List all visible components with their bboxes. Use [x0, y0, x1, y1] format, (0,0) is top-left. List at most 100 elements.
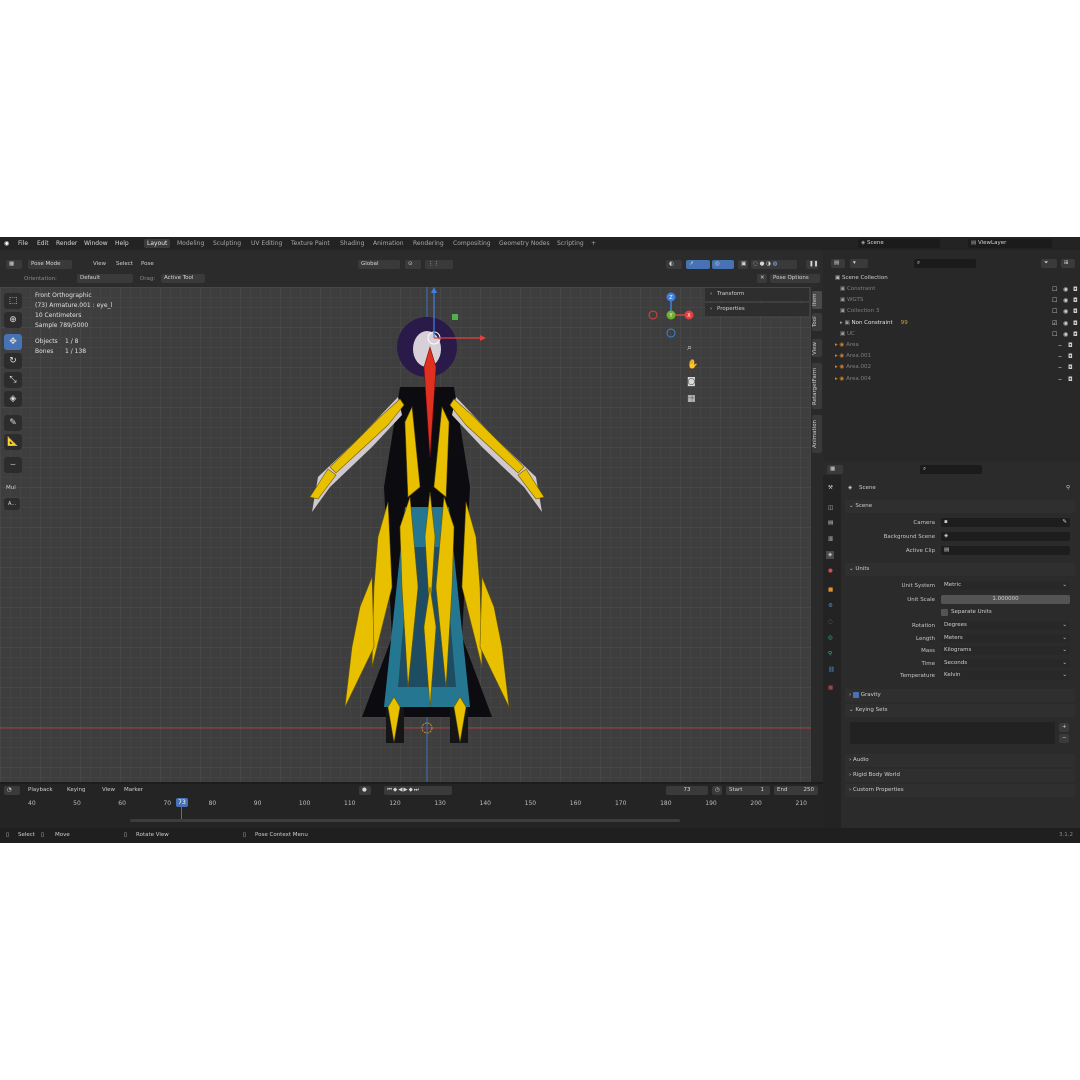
- unit-scale-field[interactable]: 1.000000: [941, 595, 1070, 604]
- view-layer-selector[interactable]: ▤ ViewLayer: [968, 239, 1052, 248]
- active-clip-field[interactable]: ▤: [941, 546, 1070, 555]
- visibility-eye-icon[interactable]: ⌣: [1058, 340, 1062, 351]
- texture-tab-icon[interactable]: ▦: [828, 685, 833, 691]
- menu-window[interactable]: Window: [84, 240, 108, 247]
- object-tab-icon[interactable]: ■: [828, 587, 833, 593]
- audio-section-header[interactable]: › Audio: [845, 754, 1075, 767]
- npanel-properties[interactable]: › Properties: [705, 303, 809, 316]
- timeline-editor-type-icon[interactable]: ◔: [4, 786, 20, 795]
- tab-uv-editing[interactable]: UV Editing: [251, 240, 282, 247]
- render-camera-icon[interactable]: ◘: [1073, 318, 1078, 329]
- tab-rendering[interactable]: Rendering: [413, 240, 444, 247]
- transform-tool-icon[interactable]: ◈: [4, 391, 22, 407]
- clock-icon[interactable]: ◷: [712, 786, 722, 795]
- keying-sets-section-header[interactable]: ⌄ Keying Sets: [845, 704, 1075, 717]
- visibility-eye-icon[interactable]: ◉: [1063, 306, 1068, 317]
- background-scene-field[interactable]: ◈: [941, 532, 1070, 541]
- outliner-item[interactable]: ▸ ▣ Non Constraint 99 ☑ ◉ ◘: [840, 318, 1080, 329]
- pose-options-dropdown[interactable]: Pose Options: [770, 274, 820, 283]
- properties-editor-type-icon[interactable]: ▦: [827, 465, 843, 474]
- outliner-display-mode-icon[interactable]: ▾: [850, 259, 868, 268]
- timeline-menu-view[interactable]: View: [102, 787, 115, 793]
- visibility-eye-icon[interactable]: ◉: [1063, 284, 1068, 295]
- outliner-item[interactable]: ▸ ◉ Area.001 ⌣ ◘: [835, 351, 1075, 362]
- render-camera-icon[interactable]: ◘: [1068, 351, 1073, 362]
- navigation-gizmo[interactable]: Z X Y ⌕ ✋ ◙ ▦: [645, 289, 697, 459]
- outliner-item[interactable]: ▣ Constraint ☐ ◉ ◘: [840, 284, 1080, 295]
- tab-animation-npanel[interactable]: Animation: [812, 415, 822, 453]
- rigid-body-section-header[interactable]: › Rigid Body World: [845, 769, 1075, 782]
- xray-icon[interactable]: ▣: [738, 260, 748, 269]
- solid-shading-icon[interactable]: ●: [760, 261, 765, 267]
- render-camera-icon[interactable]: ◘: [1073, 295, 1078, 306]
- tab-item[interactable]: Item: [812, 291, 822, 309]
- exclude-checkbox-icon[interactable]: ☐: [1052, 306, 1057, 317]
- mass-dropdown[interactable]: Kilograms ⌄: [941, 646, 1070, 655]
- outliner-editor-type-icon[interactable]: ▤: [831, 259, 845, 268]
- remove-keying-set-button[interactable]: −: [1059, 734, 1069, 743]
- outliner-item[interactable]: ▸ ◉ Area.002 ⌣ ◘: [835, 362, 1075, 373]
- tab-geometry-nodes[interactable]: Geometry Nodes: [499, 240, 550, 247]
- modifier-tab-icon[interactable]: ⚙: [828, 603, 833, 609]
- timeline-menu-marker[interactable]: Marker: [124, 787, 143, 793]
- exclude-checkbox-icon[interactable]: ☐: [1052, 329, 1057, 340]
- tab-sculpting[interactable]: Sculpting: [213, 240, 241, 247]
- measure-tool-icon[interactable]: 📐: [4, 434, 22, 450]
- units-section-header[interactable]: ⌄ Units: [845, 563, 1075, 576]
- render-tab-icon[interactable]: ◫: [828, 505, 833, 511]
- npanel-transform[interactable]: › Transform: [705, 288, 809, 301]
- exclude-checkbox-icon[interactable]: ☐: [1052, 295, 1057, 306]
- jump-end-icon[interactable]: ⏭: [414, 787, 420, 793]
- outliner-item[interactable]: ▣ UC ☐ ◉ ◘: [840, 329, 1080, 340]
- a-button[interactable]: A...: [4, 498, 20, 510]
- transform-orientation-dropdown[interactable]: Global: [358, 260, 400, 269]
- outliner-search-input[interactable]: ⌕: [914, 259, 976, 268]
- visibility-eye-icon[interactable]: ◉: [1063, 329, 1068, 340]
- tab-tool[interactable]: Tool: [812, 313, 822, 331]
- gravity-section-header[interactable]: › Gravity: [845, 689, 1075, 702]
- relax-pose-tool-icon[interactable]: ⌣: [4, 457, 22, 473]
- menu-help[interactable]: Help: [115, 240, 129, 247]
- visibility-icon[interactable]: ◐: [666, 260, 682, 269]
- mode-dropdown[interactable]: Pose Mode: [28, 260, 72, 269]
- pin-icon[interactable]: ⚲: [1066, 485, 1070, 491]
- start-frame-field[interactable]: Start 1: [726, 786, 770, 795]
- unit-system-dropdown[interactable]: Metric ⌄: [941, 581, 1070, 590]
- editor-type-icon[interactable]: ▦: [6, 260, 22, 269]
- select-box-tool-icon[interactable]: ⬚: [4, 293, 22, 309]
- menu-edit[interactable]: Edit: [37, 240, 49, 247]
- tab-modeling[interactable]: Modeling: [177, 240, 204, 247]
- tab-compositing[interactable]: Compositing: [453, 240, 491, 247]
- keying-sets-list[interactable]: [850, 722, 1055, 744]
- new-collection-icon[interactable]: ⊞: [1061, 259, 1075, 268]
- wireframe-shading-icon[interactable]: ◌: [753, 261, 758, 267]
- drag-dropdown[interactable]: Active Tool: [161, 274, 205, 283]
- menu-render[interactable]: Render: [56, 240, 77, 247]
- annotate-tool-icon[interactable]: ✎: [4, 415, 22, 431]
- filter-icon[interactable]: ⏷: [1041, 259, 1057, 268]
- scene-tab-icon[interactable]: ◈: [826, 551, 835, 559]
- render-camera-icon[interactable]: ◘: [1068, 374, 1073, 385]
- rendered-shading-icon[interactable]: ◍: [773, 261, 778, 267]
- blender-logo-icon[interactable]: ◉: [4, 240, 9, 247]
- particles-tab-icon[interactable]: ◌: [828, 619, 833, 625]
- rotate-tool-icon[interactable]: ↻: [4, 353, 22, 369]
- shading-modes[interactable]: ◌ ● ◑ ◍: [751, 260, 797, 269]
- custom-properties-section-header[interactable]: › Custom Properties: [845, 784, 1075, 797]
- header-menu-select[interactable]: Select: [116, 261, 133, 267]
- material-shading-icon[interactable]: ◑: [766, 261, 771, 267]
- scene-section-header[interactable]: ⌄ Scene: [845, 500, 1075, 513]
- render-camera-icon[interactable]: ◘: [1073, 329, 1078, 340]
- header-menu-pose[interactable]: Pose: [141, 261, 154, 267]
- overlay-toggle-icon[interactable]: ◎: [712, 260, 734, 269]
- render-camera-icon[interactable]: ◘: [1073, 306, 1078, 317]
- eyedropper-icon[interactable]: ✎: [1062, 518, 1067, 527]
- outliner-item[interactable]: ▣ Collection 3 ☐ ◉ ◘: [840, 306, 1080, 317]
- physics-tab-icon[interactable]: ◎: [828, 635, 833, 641]
- output-tab-icon[interactable]: ▤: [828, 520, 833, 526]
- world-tab-icon[interactable]: ●: [828, 568, 833, 574]
- tab-texture-paint[interactable]: Texture Paint: [291, 240, 330, 247]
- orientation-dropdown[interactable]: Default: [77, 274, 133, 283]
- length-dropdown[interactable]: Meters ⌄: [941, 634, 1070, 643]
- temperature-dropdown[interactable]: Kelvin ⌄: [941, 671, 1070, 680]
